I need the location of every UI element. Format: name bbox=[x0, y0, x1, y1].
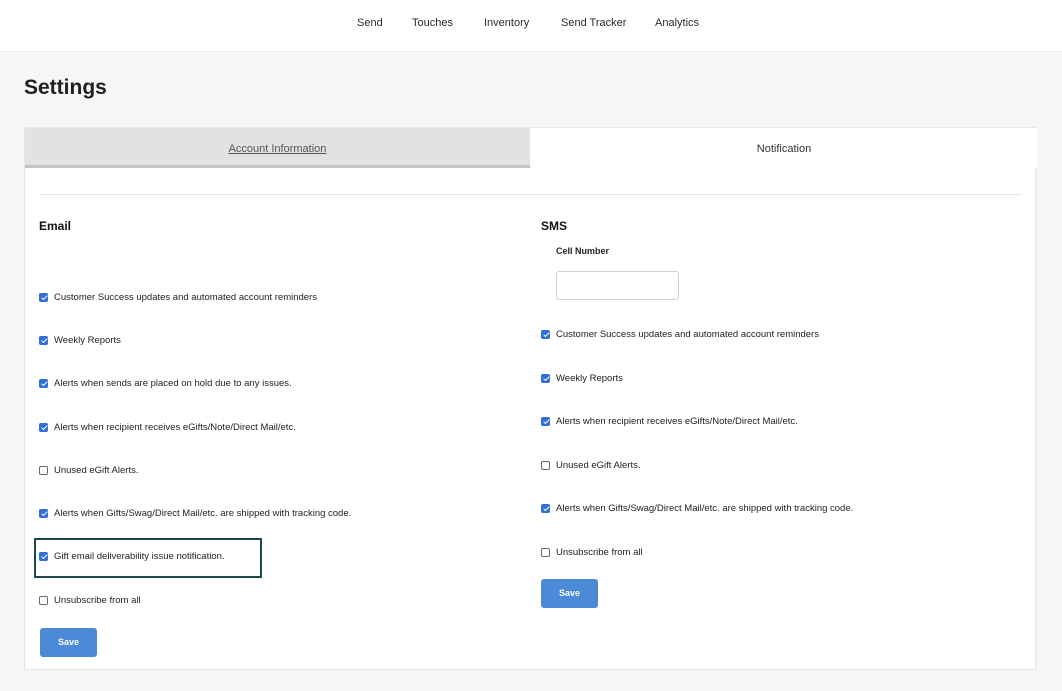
sms-checkbox[interactable] bbox=[541, 416, 550, 426]
cell-number-input[interactable] bbox=[556, 271, 679, 300]
sms-checkbox[interactable] bbox=[541, 373, 550, 383]
email-checkbox[interactable] bbox=[39, 335, 48, 345]
sms-option[interactable]: Customer Success updates and automated a… bbox=[541, 327, 819, 341]
sms-option[interactable]: Alerts when Gifts/Swag/Direct Mail/etc. … bbox=[541, 501, 853, 515]
email-option[interactable]: Unsubscribe from all bbox=[39, 593, 141, 607]
sms-option-label: Unused eGift Alerts. bbox=[556, 459, 641, 471]
nav-analytics[interactable]: Analytics bbox=[655, 17, 699, 29]
email-checkbox[interactable] bbox=[39, 378, 48, 388]
email-option[interactable]: Customer Success updates and automated a… bbox=[39, 290, 317, 304]
sms-option[interactable]: Alerts when recipient receives eGifts/No… bbox=[541, 414, 798, 428]
sms-checkbox[interactable] bbox=[541, 547, 550, 557]
sms-option-label: Weekly Reports bbox=[556, 372, 623, 384]
page-title: Settings bbox=[24, 76, 107, 99]
email-option[interactable]: Unused eGift Alerts. bbox=[39, 463, 138, 477]
sms-option[interactable]: Unsubscribe from all bbox=[541, 545, 643, 559]
email-option[interactable]: Gift email deliverability issue notifica… bbox=[39, 549, 225, 563]
nav-send[interactable]: Send bbox=[357, 17, 383, 29]
nav-touches[interactable]: Touches bbox=[412, 17, 453, 29]
email-checkbox[interactable] bbox=[39, 422, 48, 432]
nav-send-tracker[interactable]: Send Tracker bbox=[561, 17, 626, 29]
sms-option-label: Unsubscribe from all bbox=[556, 546, 643, 558]
tab-account-information[interactable]: Account Information bbox=[25, 128, 530, 168]
sms-save-button[interactable]: Save bbox=[541, 579, 598, 608]
email-option-label: Customer Success updates and automated a… bbox=[54, 291, 317, 303]
email-option-label: Alerts when sends are placed on hold due… bbox=[54, 377, 292, 389]
email-checkbox[interactable] bbox=[39, 595, 48, 605]
tab-account-information-label[interactable]: Account Information bbox=[229, 143, 327, 155]
email-option-label: Unused eGift Alerts. bbox=[54, 464, 139, 476]
email-option[interactable]: Alerts when sends are placed on hold due… bbox=[39, 376, 292, 390]
email-heading: Email bbox=[39, 219, 72, 233]
email-option-label: Alerts when Gifts/Swag/Direct Mail/etc. … bbox=[54, 507, 352, 519]
sms-option[interactable]: Unused eGift Alerts. bbox=[541, 458, 640, 472]
email-checkbox[interactable] bbox=[39, 551, 48, 561]
email-option[interactable]: Alerts when recipient receives eGifts/No… bbox=[39, 420, 296, 434]
email-option-label: Weekly Reports bbox=[54, 334, 121, 346]
sms-option-label: Customer Success updates and automated a… bbox=[556, 328, 819, 340]
email-option[interactable]: Weekly Reports bbox=[39, 333, 121, 347]
cell-number-label: Cell Number bbox=[556, 246, 610, 256]
settings-card: Account Information Notification Email S… bbox=[24, 127, 1037, 670]
email-checkbox[interactable] bbox=[39, 465, 48, 475]
email-option-label: Alerts when recipient receives eGifts/No… bbox=[54, 421, 296, 433]
nav-inventory[interactable]: Inventory bbox=[484, 17, 529, 29]
sms-checkbox[interactable] bbox=[541, 460, 550, 470]
sms-checkbox[interactable] bbox=[541, 329, 550, 339]
email-checkbox[interactable] bbox=[39, 292, 48, 302]
sms-checkbox[interactable] bbox=[541, 503, 550, 513]
email-option-label: Gift email deliverability issue notifica… bbox=[54, 550, 225, 562]
tab-notification-label[interactable]: Notification bbox=[757, 143, 811, 155]
email-option-label: Unsubscribe from all bbox=[54, 594, 141, 606]
section-divider bbox=[40, 194, 1022, 195]
email-option[interactable]: Alerts when Gifts/Swag/Direct Mail/etc. … bbox=[39, 506, 351, 520]
sms-option-label: Alerts when Gifts/Swag/Direct Mail/etc. … bbox=[556, 502, 854, 514]
top-navigation: Send Touches Inventory Send Tracker Anal… bbox=[0, 0, 1062, 52]
sms-option-label: Alerts when recipient receives eGifts/No… bbox=[556, 415, 798, 427]
email-checkbox[interactable] bbox=[39, 508, 48, 518]
tab-notification[interactable]: Notification bbox=[531, 128, 1037, 168]
sms-heading: SMS bbox=[541, 219, 568, 233]
email-save-button[interactable]: Save bbox=[40, 628, 97, 657]
sms-option[interactable]: Weekly Reports bbox=[541, 371, 623, 385]
